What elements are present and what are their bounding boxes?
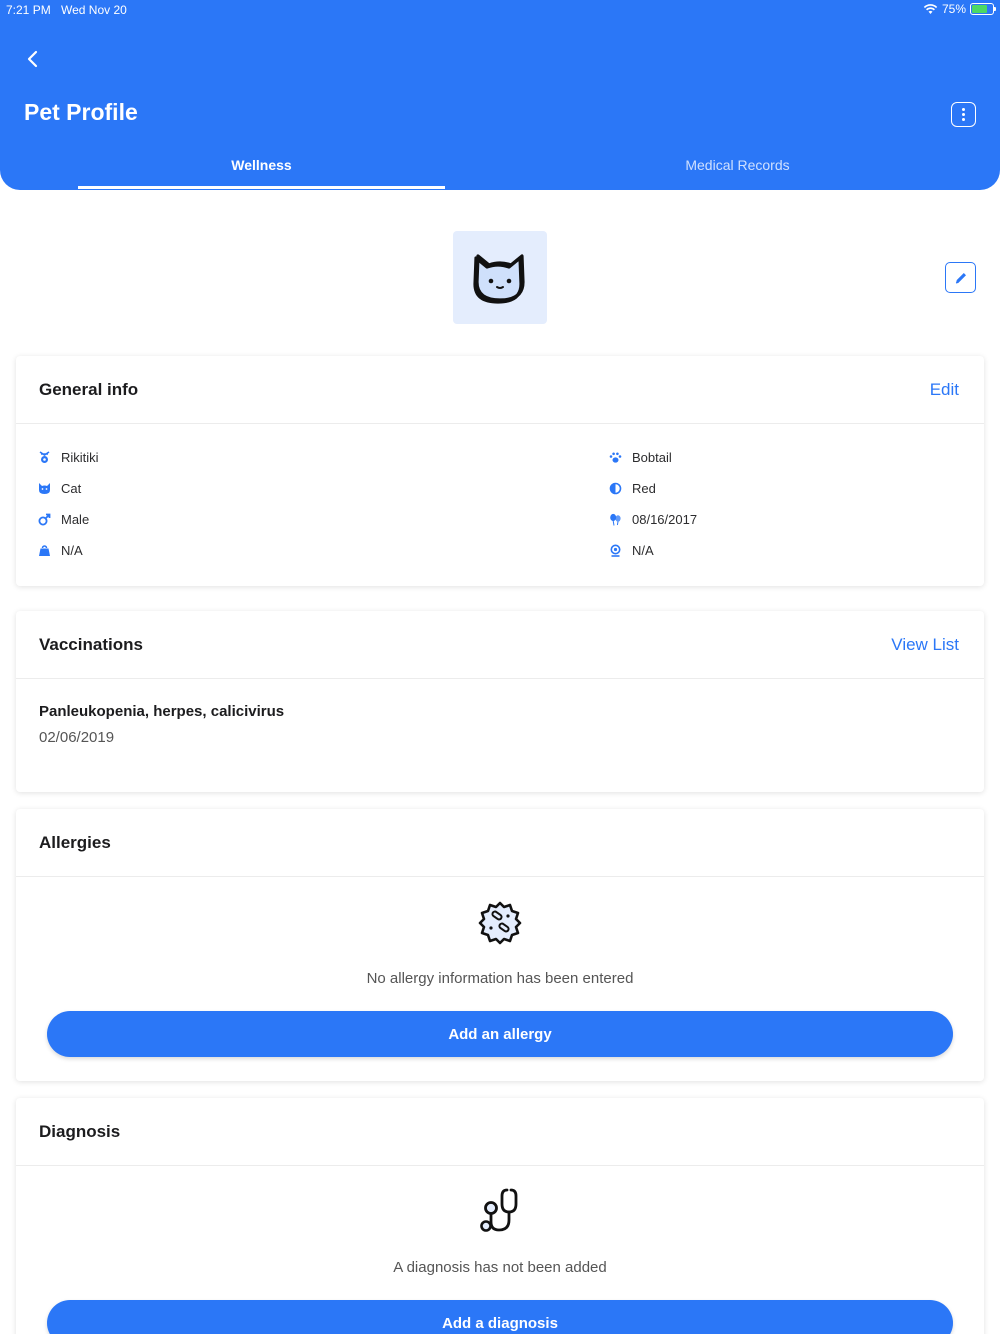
back-button[interactable] — [18, 44, 46, 74]
info-color: Red — [608, 481, 656, 496]
active-tab-indicator — [78, 186, 445, 189]
info-species: Cat — [37, 481, 81, 496]
status-right: 75% — [923, 2, 996, 16]
paw-icon — [608, 451, 622, 465]
cat-face-icon — [473, 253, 525, 304]
vaccination-name: Panleukopenia, herpes, calicivirus — [39, 703, 285, 720]
battery-icon — [970, 3, 996, 15]
card-header: Allergies — [16, 809, 984, 877]
edit-pet-button[interactable] — [945, 262, 976, 293]
info-value: N/A — [61, 543, 83, 558]
birthday-icon — [608, 513, 622, 527]
edit-general-info-link[interactable]: Edit — [930, 380, 959, 400]
weight-icon — [37, 544, 51, 558]
cat-icon — [37, 482, 51, 496]
more-dot — [962, 113, 965, 116]
stethoscope-icon — [476, 1186, 524, 1234]
card-header: General info Edit — [16, 356, 984, 424]
info-birthday: 08/16/2017 — [608, 512, 697, 527]
view-vaccination-list-link[interactable]: View List — [891, 635, 959, 655]
battery-fill — [972, 5, 987, 13]
battery-percent: 75% — [941, 2, 966, 16]
info-value: Red — [632, 481, 656, 496]
app-header: 7:21 PM Wed Nov 20 75% Pet Profile Welln… — [0, 0, 1000, 190]
vaccination-date: 02/06/2019 — [39, 729, 115, 746]
card-title: General info — [39, 380, 139, 399]
male-icon — [37, 513, 51, 527]
info-name: Rikitiki — [37, 450, 99, 465]
pencil-icon — [955, 272, 966, 283]
info-breed: Bobtail — [608, 450, 672, 465]
info-value: 08/16/2017 — [632, 512, 698, 527]
microchip-icon — [608, 544, 622, 558]
info-value: Cat — [61, 481, 82, 496]
diagnosis-empty-text: A diagnosis has not been added — [393, 1259, 607, 1276]
pet-avatar[interactable] — [453, 231, 547, 324]
add-diagnosis-button[interactable]: Add a diagnosis — [47, 1300, 953, 1334]
card-header: Vaccinations View List — [16, 611, 984, 679]
status-bar: 7:21 PM Wed Nov 20 75% — [0, 0, 1000, 20]
color-icon — [608, 482, 622, 496]
general-info-card: General info Edit Rikitiki Cat Male N/A … — [16, 356, 984, 586]
info-microchip: N/A — [608, 543, 654, 558]
more-dot — [962, 118, 965, 121]
card-header: Diagnosis — [16, 1098, 984, 1166]
wifi-icon — [923, 4, 938, 14]
diagnosis-card: Diagnosis A diagnosis has not been added… — [16, 1098, 984, 1334]
page-title: Pet Profile — [24, 99, 138, 125]
info-sex: Male — [37, 512, 89, 527]
status-date: Wed Nov 20 — [61, 3, 127, 17]
chevron-left-icon — [27, 50, 38, 68]
info-weight: N/A — [37, 543, 83, 558]
card-title: Vaccinations — [39, 635, 143, 654]
info-value: Bobtail — [632, 450, 672, 465]
info-value: Male — [61, 512, 90, 527]
allergy-empty-text: No allergy information has been entered — [366, 970, 634, 987]
card-title: Diagnosis — [39, 1122, 121, 1141]
name-tag-icon — [37, 451, 51, 465]
tab-wellness[interactable]: Wellness — [78, 157, 445, 173]
info-value: Rikitiki — [61, 450, 99, 465]
allergies-card: Allergies No allergy information has bee… — [16, 809, 984, 1081]
add-allergy-button[interactable]: Add an allergy — [47, 1011, 953, 1057]
info-value: N/A — [632, 543, 654, 558]
card-title: Allergies — [39, 833, 111, 852]
vaccinations-card: Vaccinations View List Panleukopenia, he… — [16, 611, 984, 792]
more-options-button[interactable] — [951, 102, 976, 127]
tab-medical-records[interactable]: Medical Records — [560, 157, 915, 173]
allergy-icon — [476, 899, 524, 947]
status-time: 7:21 PM — [6, 3, 51, 17]
more-dot — [962, 108, 965, 111]
